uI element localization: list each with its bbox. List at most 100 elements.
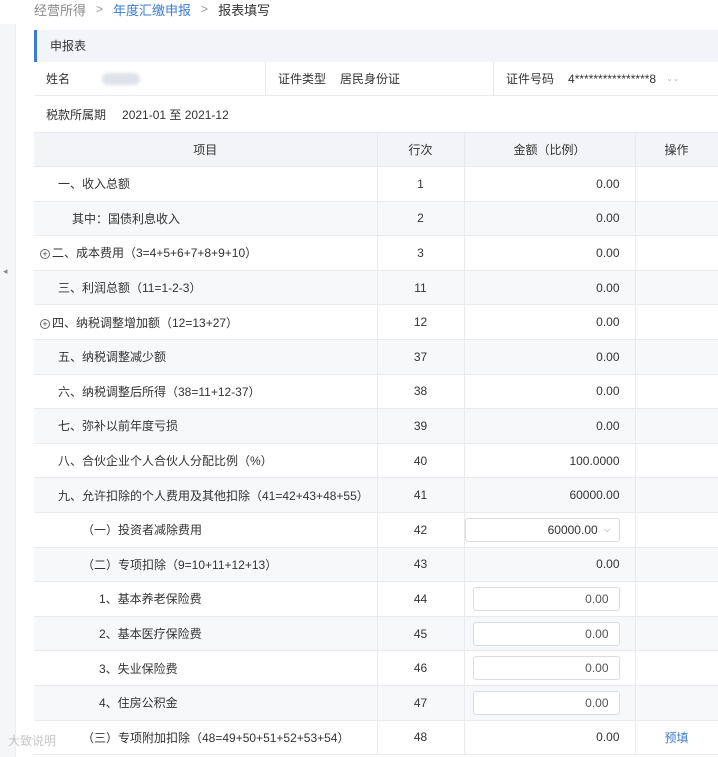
id-type-value: 居民身份证: [340, 72, 401, 86]
id-number-cell: 证件号码 4****************8 ⌄⌄: [494, 62, 718, 95]
row-number: 48: [377, 720, 465, 756]
name-value-redacted: [102, 72, 141, 85]
expand-plus-icon[interactable]: +: [40, 318, 50, 329]
row-number: 47: [377, 685, 465, 721]
row-operation: [635, 270, 718, 306]
table-row: + 四、纳税调整增加额（12=13+27） 12 0.00: [34, 304, 718, 340]
row-number: 37: [377, 339, 465, 375]
table-row: 六、纳税调整后所得（38=11+12-37） 38 0.00: [34, 374, 718, 410]
row-amount: 0.00: [464, 650, 636, 686]
row-amount: 0.00: [464, 339, 636, 375]
row-operation: [635, 339, 718, 375]
row-operation: [635, 408, 718, 444]
row-operation: [635, 443, 718, 479]
row-number: 38: [377, 374, 465, 410]
declaration-panel: 申报表 姓名 证件类型 居民身份证 证件号码 4****************…: [34, 30, 718, 756]
table-row: 3、失业保险费 46 0.00: [34, 650, 718, 686]
row-operation: [635, 685, 718, 721]
row-operation: [635, 616, 718, 652]
row-item: 3、失业保险费: [34, 650, 378, 686]
table-header-row: 项目 行次 金额（比例） 操作: [34, 132, 718, 167]
table-row: （二）专项扣除（9=10+11+12+13） 43 0.00: [34, 547, 718, 583]
row-number: 45: [377, 616, 465, 652]
row-item: 三、利润总额（11=1-2-3）: [34, 270, 378, 306]
table-row: 其中：国债利息收入 2 0.00: [34, 201, 718, 237]
row-operation: [635, 201, 718, 237]
row-number: 11: [377, 270, 465, 306]
breadcrumb-item-annual-filing[interactable]: 年度汇缴申报: [113, 0, 191, 19]
row-item: 一、收入总额: [34, 166, 378, 202]
row-item-expandable[interactable]: + 二、成本费用（3=4+5+6+7+8+9+10）: [34, 235, 378, 271]
row-operation: [635, 235, 718, 271]
row-item: 七、弥补以前年度亏损: [34, 408, 378, 444]
row-item: （三）专项附加扣除（48=49+50+51+52+53+54）: [34, 720, 378, 756]
housing-fund-input[interactable]: 0.00: [472, 690, 620, 715]
row-number: 39: [377, 408, 465, 444]
id-type-label: 证件类型: [278, 72, 327, 86]
table-row: 4、住房公积金 47 0.00: [34, 685, 718, 721]
header-operation: 操作: [635, 132, 718, 167]
row-item: 八、合伙企业个人合伙人分配比例（%）: [34, 443, 378, 479]
view-icon[interactable]: ⌄⌄: [666, 74, 679, 83]
panel-title: 申报表: [34, 30, 718, 62]
row-number: 40: [377, 443, 465, 479]
row-amount: 100.0000: [464, 443, 636, 479]
row-operation: [635, 374, 718, 410]
table-row: 八、合伙企业个人合伙人分配比例（%） 40 100.0000: [34, 443, 718, 479]
expand-plus-icon[interactable]: +: [40, 249, 50, 260]
id-number-value: 4****************8: [568, 71, 657, 86]
row-item: （一）投资者减除费用: [34, 512, 378, 548]
prefill-link[interactable]: 预填: [664, 731, 688, 745]
watermark-text: 大致说明: [8, 734, 57, 748]
taxpayer-info-row: 姓名 证件类型 居民身份证 证件号码 4****************8 ⌄⌄: [34, 62, 718, 96]
chevron-right-icon: >: [96, 2, 104, 16]
table-row: （三）专项附加扣除（48=49+50+51+52+53+54） 48 0.00 …: [34, 720, 718, 756]
breadcrumb: 经营所得 > 年度汇缴申报 > 报表填写: [34, 0, 270, 18]
investor-deduction-select[interactable]: 60000.00 ⌵: [464, 517, 620, 542]
collapse-arrow-icon[interactable]: ◂: [3, 266, 8, 277]
tax-period-row: 税款所属期 2021-01 至 2021-12: [34, 96, 718, 132]
declaration-table: 项目 行次 金额（比例） 操作 一、收入总额 1 0.00 其中：国债利息收入 …: [34, 132, 718, 756]
table-row: （一）投资者减除费用 42 60000.00 ⌵: [34, 512, 718, 548]
breadcrumb-item-form-fill: 报表填写: [218, 2, 271, 18]
row-item-label: 四、纳税调整增加额（12=13+27）: [52, 315, 239, 330]
row-number: 42: [377, 512, 465, 548]
name-label: 姓名: [46, 72, 71, 86]
row-item: 五、纳税调整减少额: [34, 339, 378, 375]
table-row: 一、收入总额 1 0.00: [34, 166, 718, 202]
unemployment-insurance-input[interactable]: 0.00: [472, 656, 620, 681]
table-row: 九、允许扣除的个人费用及其他扣除（41=42+43+48+55） 41 6000…: [34, 477, 718, 513]
row-operation: [635, 581, 718, 617]
row-number: 46: [377, 650, 465, 686]
row-item: 六、纳税调整后所得（38=11+12-37）: [34, 374, 378, 410]
row-number: 1: [377, 166, 465, 202]
row-amount: 0.00: [464, 547, 636, 583]
row-operation: [635, 477, 718, 513]
row-item-label: 二、成本费用（3=4+5+6+7+8+9+10）: [52, 246, 258, 261]
row-number: 3: [377, 235, 465, 271]
left-rail: ◂: [0, 24, 16, 757]
row-operation: [635, 650, 718, 686]
row-item: 1、基本养老保险费: [34, 581, 378, 617]
row-item: 九、允许扣除的个人费用及其他扣除（41=42+43+48+55）: [34, 477, 378, 513]
breadcrumb-item-business-income[interactable]: 经营所得: [34, 0, 86, 19]
investor-deduction-value: 60000.00: [547, 522, 598, 537]
chevron-right-icon: >: [201, 2, 209, 16]
medical-insurance-input[interactable]: 0.00: [472, 621, 620, 646]
pension-insurance-input[interactable]: 0.00: [472, 586, 620, 611]
header-item: 项目: [34, 132, 378, 167]
table-row: 五、纳税调整减少额 37 0.00: [34, 339, 718, 375]
row-number: 44: [377, 581, 465, 617]
row-amount: 60000.00: [464, 477, 636, 513]
header-row-no: 行次: [377, 132, 465, 167]
row-amount: 0.00: [464, 201, 636, 237]
table-row: 2、基本医疗保险费 45 0.00: [34, 616, 718, 652]
row-operation: [635, 166, 718, 202]
row-amount: 0.00: [464, 166, 636, 202]
row-amount: 0.00: [464, 408, 636, 444]
row-item-expandable[interactable]: + 四、纳税调整增加额（12=13+27）: [34, 304, 378, 340]
table-row: 1、基本养老保险费 44 0.00: [34, 581, 718, 617]
row-number: 2: [377, 201, 465, 237]
row-item: （二）专项扣除（9=10+11+12+13）: [34, 547, 378, 583]
header-amount: 金额（比例）: [464, 132, 636, 167]
